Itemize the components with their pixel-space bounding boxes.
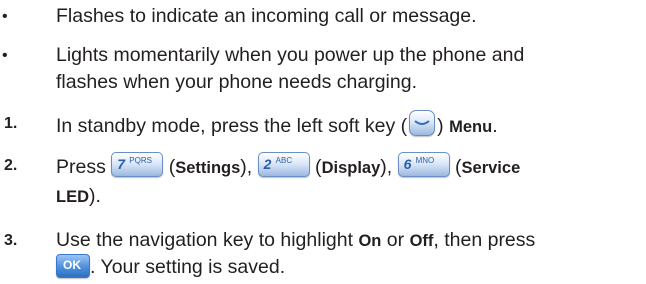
step-text: LED). (56, 183, 640, 211)
bullet-text: Flashes to indicate an incoming call or … (56, 5, 477, 27)
key-7-icon: 7 PQRS (111, 152, 164, 177)
step-text: Use the navigation key to highlight On o… (56, 227, 640, 255)
left-soft-key-icon (409, 110, 436, 136)
ok-key-icon: OK (56, 254, 90, 278)
step-text: In standby mode, press the left soft key… (56, 110, 640, 141)
display-label: Display (321, 159, 381, 177)
step-text-part: Use the navigation key to highlight (56, 229, 359, 251)
step-text-part: . Your setting is saved. (90, 256, 286, 278)
ok-key-label: OK (63, 258, 81, 272)
instruction-page: • Flashes to indicate an incoming call o… (0, 0, 646, 284)
key-2-icon: 2 ABC (257, 152, 310, 177)
key-letters: PQRS (129, 156, 152, 165)
step-number: 2. (4, 157, 18, 174)
step-text-part: In standby mode, press the left soft key… (56, 115, 408, 137)
step-text-part: ). (89, 185, 101, 207)
bullet-text-line-1: Lights momentarily when you power up the… (56, 44, 525, 66)
led-label: LED (56, 188, 89, 206)
bullet-text-line-2: flashes when your phone needs charging. (56, 71, 417, 93)
service-label: Service (461, 159, 521, 177)
step-text-part: ) (437, 115, 450, 137)
key-letters: ABC (275, 156, 293, 165)
bullet-marker: • (2, 8, 8, 25)
step-text: Press 7 PQRS (Settings), 2 ABC (Display), … (56, 152, 640, 182)
key-digit: 7 (117, 156, 126, 172)
step-number: 3. (4, 232, 18, 249)
step-text: OK . Your setting is saved. (56, 254, 640, 281)
step-text-part: or (381, 229, 410, 251)
step-text-part: Press (56, 156, 106, 178)
bullet-marker: • (2, 47, 8, 64)
soft-key-glyph-icon (414, 120, 430, 125)
off-label: Off (409, 232, 434, 250)
key-letters: MNO (415, 156, 435, 165)
key-digit: 2 (263, 156, 272, 172)
on-label: On (358, 232, 382, 250)
step-text-part: . (492, 115, 498, 137)
key-6-icon: 6 MNO (397, 152, 450, 177)
step-number: 1. (4, 115, 18, 132)
step-text-part: , then press (433, 229, 536, 251)
key-digit: 6 (403, 156, 412, 172)
menu-label: Menu (449, 118, 493, 136)
settings-label: Settings (175, 159, 241, 177)
